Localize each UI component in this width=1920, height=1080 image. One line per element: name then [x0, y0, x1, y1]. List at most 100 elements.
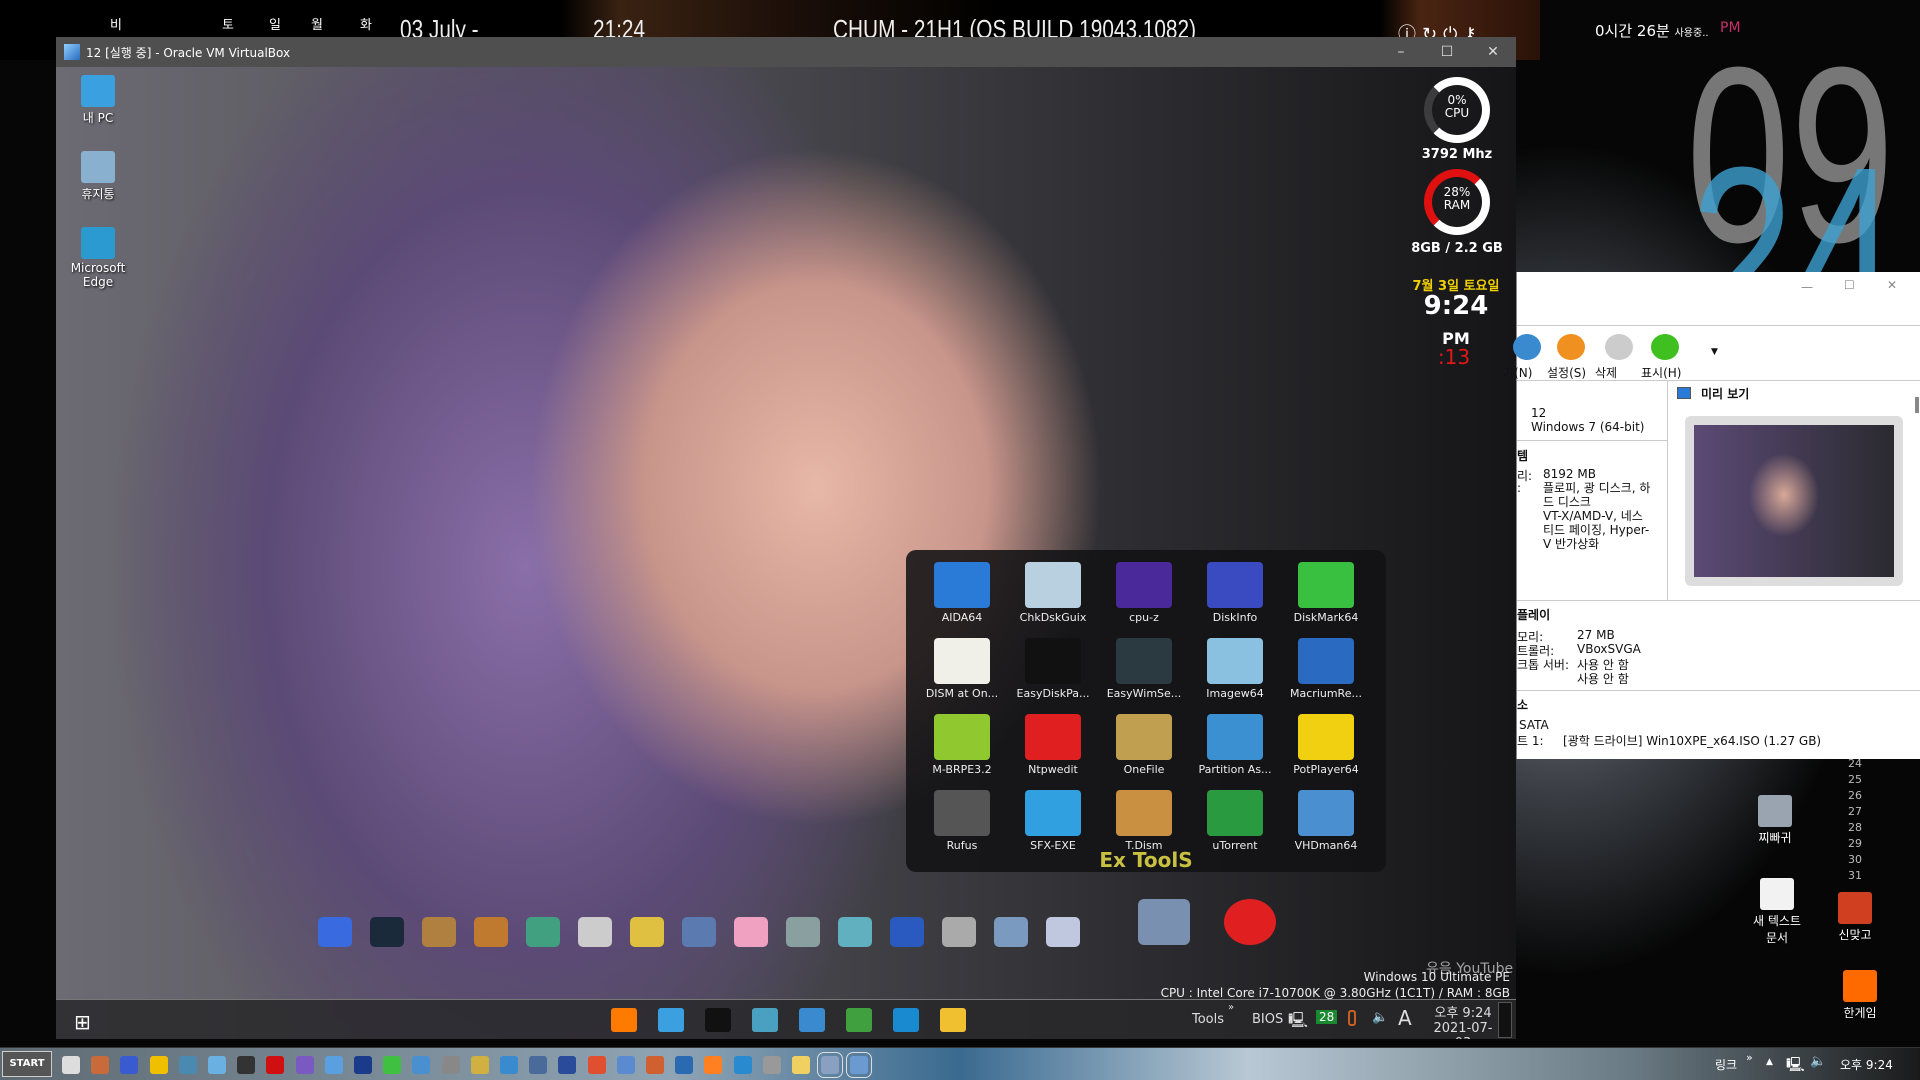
taskbar-app-icon[interactable] — [616, 1056, 635, 1074]
dock-app-icon[interactable] — [370, 917, 404, 947]
taskbar-app-icon[interactable] — [587, 1056, 606, 1074]
dock-app-icon[interactable] — [578, 917, 612, 947]
taskbar-app-icon[interactable] — [646, 1056, 664, 1074]
tool-onefile[interactable]: OneFile — [1098, 714, 1190, 776]
maximize-button[interactable]: ☐ — [1844, 278, 1855, 292]
tool-potplayer64[interactable]: PotPlayer64 — [1280, 714, 1372, 776]
tools-toolbar[interactable]: Tools — [1192, 1012, 1224, 1027]
taskbar-app-icon[interactable] — [91, 1056, 110, 1074]
bios-toolbar[interactable]: BIOS — [1252, 1012, 1283, 1027]
taskbar-app-icon[interactable] — [658, 1008, 684, 1032]
scrollbar[interactable] — [1915, 397, 1919, 413]
volume-icon[interactable]: 🔈 — [1372, 1010, 1388, 1025]
close-button[interactable]: ✕ — [1470, 44, 1516, 60]
taskbar-app-icon[interactable] — [792, 1056, 810, 1074]
desktop-icon[interactable]: 내 PC — [58, 75, 138, 126]
taskbar-app-icon[interactable] — [558, 1056, 577, 1074]
links-toolbar[interactable]: 링크 — [1715, 1056, 1737, 1073]
power-button[interactable] — [1224, 899, 1276, 945]
desktop-icon[interactable]: 신맞고 — [1815, 892, 1895, 943]
taskbar-app-icon[interactable] — [762, 1056, 781, 1074]
guest-clock[interactable]: 오후 9:242021-07-03 — [1428, 1002, 1498, 1039]
taskbar-app-icon[interactable] — [441, 1056, 460, 1074]
tray-expand-icon[interactable]: ▲ — [1766, 1057, 1773, 1067]
maximize-button[interactable]: ☐ — [1424, 44, 1470, 60]
taskbar-app-icon[interactable] — [295, 1056, 314, 1074]
toolbar-button-label[interactable]: 기(N) — [1503, 364, 1532, 381]
desktop-icon[interactable]: Microsoft Edge — [58, 227, 138, 289]
taskbar-app-icon[interactable] — [733, 1056, 752, 1074]
taskbar-app-icon[interactable] — [675, 1056, 694, 1074]
taskbar-app-icon[interactable] — [266, 1056, 285, 1074]
tool-rufus[interactable]: Rufus — [916, 790, 1008, 852]
taskbar-app-icon[interactable] — [470, 1056, 489, 1074]
desktop-icon[interactable]: 새 텍스트 문서 — [1737, 878, 1817, 946]
tool-easydiskpa-[interactable]: EasyDiskPa... — [1007, 638, 1099, 700]
dock-app-icon[interactable] — [422, 917, 456, 947]
dock-app-icon[interactable] — [682, 917, 716, 947]
toolbar-chevron[interactable]: » — [1746, 1051, 1753, 1064]
taskbar-app-icon[interactable] — [846, 1008, 872, 1032]
taskbar-app-icon[interactable] — [237, 1056, 256, 1074]
tool-t-dism[interactable]: T.Dism — [1098, 790, 1190, 852]
network-icon[interactable]: 🖳 — [1786, 1054, 1805, 1078]
dock-app-icon[interactable] — [890, 917, 924, 947]
show-desktop-button[interactable] — [1498, 1002, 1512, 1038]
taskbar-app-icon[interactable] — [500, 1056, 518, 1074]
taskbar-app-icon[interactable] — [354, 1056, 372, 1074]
tool-ntpwedit[interactable]: Ntpwedit — [1007, 714, 1099, 776]
dock-app-icon[interactable] — [526, 917, 560, 947]
taskbar-app-icon[interactable] — [846, 1052, 873, 1078]
virtualbox-manager-window[interactable]: — ☐ ✕ 기(N) 설정(S) 삭제 표시(H) ▼ 미리 보기 12 Window… — [1503, 272, 1920, 759]
volume-icon[interactable]: 🔈 — [1810, 1054, 1826, 1069]
vm-preview-thumbnail[interactable] — [1685, 416, 1903, 586]
start-button[interactable]: START — [2, 1051, 52, 1077]
taskbar-app-icon[interactable] — [62, 1056, 80, 1074]
taskbar-app-icon[interactable] — [120, 1056, 139, 1074]
tool-sfx-exe[interactable]: SFX-EXE — [1007, 790, 1099, 852]
tool-diskmark64[interactable]: DiskMark64 — [1280, 562, 1372, 624]
toolbar-button-label[interactable]: 설정(S) — [1547, 364, 1586, 381]
dock-app-icon[interactable] — [1046, 917, 1080, 947]
badge-28[interactable]: 28 — [1316, 1010, 1338, 1024]
tool-utorrent[interactable]: uTorrent — [1189, 790, 1281, 852]
dock-app-icon[interactable] — [838, 917, 872, 947]
tool-m-brpe3-2[interactable]: M-BRPE3.2 — [916, 714, 1008, 776]
taskbar-app-icon[interactable] — [412, 1056, 431, 1074]
tool-cpu-z[interactable]: cpu-z — [1098, 562, 1190, 624]
host-clock[interactable]: 오후 9:24 — [1840, 1056, 1893, 1073]
taskbar-app-icon[interactable] — [178, 1056, 197, 1074]
desktop-icon[interactable]: 찌빠귀 — [1735, 795, 1815, 846]
toolbar-button-label[interactable]: 삭제 — [1595, 364, 1617, 381]
tool-macriumre-[interactable]: MacriumRe... — [1280, 638, 1372, 700]
ime-indicator[interactable]: A — [1398, 1006, 1412, 1030]
vm-title-bar[interactable]: 12 [실행 중] - Oracle VM VirtualBox – ☐ ✕ — [56, 37, 1516, 67]
taskbar-app-icon[interactable] — [704, 1056, 723, 1074]
taskbar-app-icon[interactable] — [529, 1056, 548, 1074]
virtualbox-vm-window[interactable]: 12 [실행 중] - Oracle VM VirtualBox – ☐ ✕ 내… — [56, 37, 1516, 1039]
taskbar-app-icon[interactable] — [705, 1008, 731, 1032]
guest-screen[interactable]: 내 PC 휴지통 Microsoft Edge 0% CPU 3792 Mhz 28%… — [56, 67, 1516, 1039]
desktop-icon[interactable]: 휴지통 — [58, 151, 138, 202]
dock-app-icon[interactable] — [630, 917, 664, 947]
windows-start-button[interactable]: ⊞ — [74, 1010, 91, 1034]
desktop-icon[interactable]: 한게임 — [1820, 970, 1900, 1021]
tool-easywimse-[interactable]: EasyWimSe... — [1098, 638, 1190, 700]
dock-app-icon[interactable] — [474, 917, 508, 947]
close-button[interactable]: ✕ — [1887, 278, 1897, 292]
minimize-button[interactable]: — — [1801, 280, 1813, 294]
dock-app-icon[interactable] — [786, 917, 820, 947]
dock-app-icon[interactable] — [994, 917, 1028, 947]
taskbar-app-icon[interactable] — [752, 1008, 778, 1032]
dock-app-icon[interactable] — [318, 917, 352, 947]
dock-app-icon[interactable] — [734, 917, 768, 947]
network-icon[interactable]: 🖳 — [1288, 1010, 1308, 1035]
tool-aida64[interactable]: AIDA64 — [916, 562, 1008, 624]
tool-imagew64[interactable]: Imagew64 — [1189, 638, 1281, 700]
taskbar-app-icon[interactable] — [324, 1056, 343, 1074]
dock-app-icon[interactable] — [942, 917, 976, 947]
tool-diskinfo[interactable]: DiskInfo — [1189, 562, 1281, 624]
tool-chkdskguix[interactable]: ChkDskGuix — [1007, 562, 1099, 624]
tool-dism-at-on-[interactable]: DISM at On... — [916, 638, 1008, 700]
taskbar-app-icon[interactable] — [611, 1008, 637, 1032]
